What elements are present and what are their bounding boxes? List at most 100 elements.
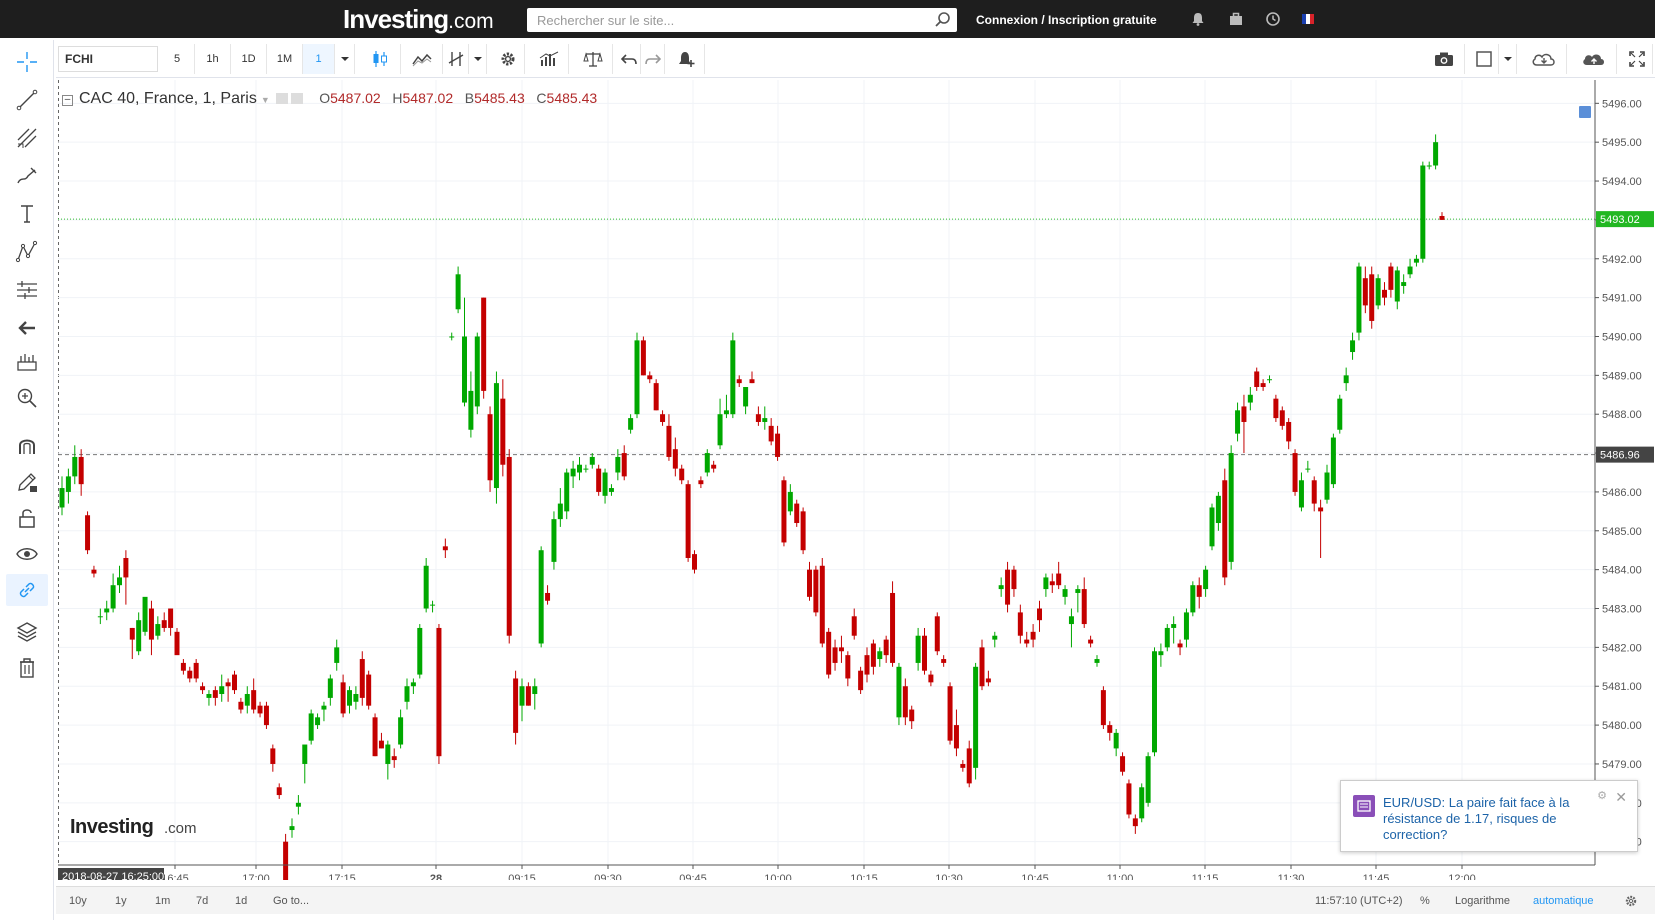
candle-body — [302, 744, 308, 764]
candle-body — [570, 468, 576, 477]
visibility-tool[interactable] — [6, 538, 48, 570]
legend-title[interactable]: CAC 40, France, 1, Paris — [79, 90, 257, 107]
candle-body — [577, 464, 582, 473]
range-7d[interactable]: 7d — [196, 895, 208, 907]
price-tick-label: 5489.00 — [1602, 370, 1642, 382]
zoom-tool[interactable] — [6, 382, 48, 414]
candle-body — [621, 453, 627, 477]
bell-icon[interactable] — [1190, 11, 1206, 27]
clock-readout[interactable]: 11:57:10 (UTC+2) — [1315, 895, 1403, 907]
indicators-dropdown[interactable] — [469, 44, 487, 74]
close-value: 5485.43 — [546, 90, 598, 106]
undo-button[interactable] — [617, 44, 641, 74]
magnet-tool[interactable] — [6, 430, 48, 462]
clock-icon[interactable] — [1265, 11, 1281, 27]
range-1m[interactable]: 1m — [155, 895, 170, 907]
trend-line-tool[interactable] — [6, 84, 48, 116]
price-tick-label: 5483.00 — [1602, 604, 1642, 616]
candle-body — [922, 635, 927, 671]
news-popup[interactable]: EUR/USD: La paire fait face à la résista… — [1340, 780, 1638, 852]
interval-1m[interactable]: 1M — [267, 44, 303, 74]
signup-link[interactable]: Inscription gratuite — [1048, 13, 1157, 27]
goto-button[interactable]: Go to... — [273, 895, 309, 907]
auto-scale-toggle[interactable]: automatique — [1533, 895, 1594, 907]
legend-collapse-icon[interactable]: – — [62, 95, 73, 106]
candle-body — [340, 682, 346, 714]
search-icon[interactable] — [934, 11, 952, 29]
candle-body — [941, 659, 947, 663]
candle-body — [200, 686, 206, 691]
symbol-input[interactable] — [58, 46, 158, 72]
candle-body — [110, 585, 116, 609]
measure-tool[interactable] — [6, 346, 48, 378]
fullscreen-button[interactable] — [1621, 44, 1653, 74]
cloud-load-button[interactable] — [1521, 44, 1567, 74]
legend-caret-icon[interactable]: ▼ — [261, 95, 270, 105]
candles-style-button[interactable] — [359, 44, 401, 74]
investing-logo[interactable]: Investing.com — [343, 4, 494, 35]
candle-body — [870, 643, 876, 667]
log-toggle[interactable]: Logarithme — [1455, 895, 1510, 907]
back-tool[interactable] — [6, 312, 48, 344]
news-close-icon[interactable]: ✕ — [1615, 789, 1627, 806]
settings-button[interactable] — [491, 44, 525, 74]
alert-button[interactable] — [669, 44, 705, 74]
interval-1d[interactable]: 1D — [231, 44, 267, 74]
price-axis[interactable]: 5496.005495.005494.005493.005492.005491.… — [1579, 80, 1654, 865]
templates-button[interactable] — [529, 44, 569, 74]
range-10y[interactable]: 10y — [69, 895, 87, 907]
legend-settings-icon[interactable] — [275, 93, 288, 104]
brush-icon — [17, 167, 37, 184]
stay-drawing-tool[interactable] — [6, 466, 48, 498]
candle-body — [1420, 165, 1426, 259]
redo-button[interactable] — [641, 44, 665, 74]
candle-body — [1337, 398, 1343, 430]
measure-icon — [17, 281, 37, 299]
interval-dropdown[interactable] — [335, 44, 355, 74]
fib-tool[interactable] — [6, 122, 48, 154]
candle-body — [794, 503, 800, 524]
cloud-save-button[interactable] — [1571, 44, 1617, 74]
interval-1[interactable]: 1 — [303, 44, 335, 74]
news-headline[interactable]: EUR/USD: La paire fait face à la résista… — [1383, 795, 1598, 843]
snapshot-button[interactable] — [1423, 44, 1465, 74]
prediction-tool[interactable] — [6, 274, 48, 306]
login-link[interactable]: Connexion — [976, 13, 1038, 27]
pattern-tool[interactable] — [6, 236, 48, 268]
zoom-in-icon — [17, 388, 37, 408]
legend-close-icon[interactable] — [290, 93, 303, 104]
france-flag-icon[interactable] — [1302, 14, 1314, 24]
time-tick-label: 10:00 — [764, 873, 792, 880]
search-input[interactable] — [527, 8, 957, 32]
indicators-button[interactable] — [443, 44, 469, 74]
axis-settings-icon[interactable] — [1624, 894, 1638, 908]
text-tool[interactable] — [6, 198, 48, 230]
range-1d[interactable]: 1d — [235, 895, 247, 907]
price-chart[interactable]: 5496.005495.005494.005493.005492.005491.… — [58, 80, 1655, 880]
time-axis[interactable]: 16:45 17:00 17:15 28 09:15 09:30 09:45 10:00 10:… — [58, 864, 1595, 880]
login-separator: / — [1041, 13, 1045, 27]
compare-scale-button[interactable] — [573, 44, 613, 74]
briefcase-icon[interactable] — [1228, 11, 1244, 27]
sync-drawings-tool[interactable] — [6, 574, 48, 606]
interval-5[interactable]: 5 — [160, 44, 195, 74]
layout-dropdown[interactable] — [1499, 44, 1517, 74]
interval-1h[interactable]: 1h — [195, 44, 231, 74]
candle-body — [142, 596, 148, 632]
brush-tool[interactable] — [6, 160, 48, 192]
candle-body — [148, 608, 154, 640]
percent-toggle[interactable]: % — [1420, 895, 1430, 907]
crosshair-tool[interactable] — [6, 46, 48, 78]
news-settings-icon[interactable]: ⚙ — [1597, 789, 1607, 802]
candle-body — [538, 550, 544, 644]
lock-tool[interactable] — [6, 502, 48, 534]
range-1y[interactable]: 1y — [115, 895, 127, 907]
price-tick-label: 5491.00 — [1602, 293, 1642, 305]
object-tree-tool[interactable] — [6, 616, 48, 648]
compare-button[interactable] — [401, 44, 443, 74]
layout-button[interactable] — [1469, 44, 1499, 74]
candle-body — [1037, 608, 1042, 621]
candle-body — [104, 608, 110, 613]
remove-drawings-tool[interactable] — [6, 652, 48, 684]
candle-body — [1305, 468, 1311, 470]
